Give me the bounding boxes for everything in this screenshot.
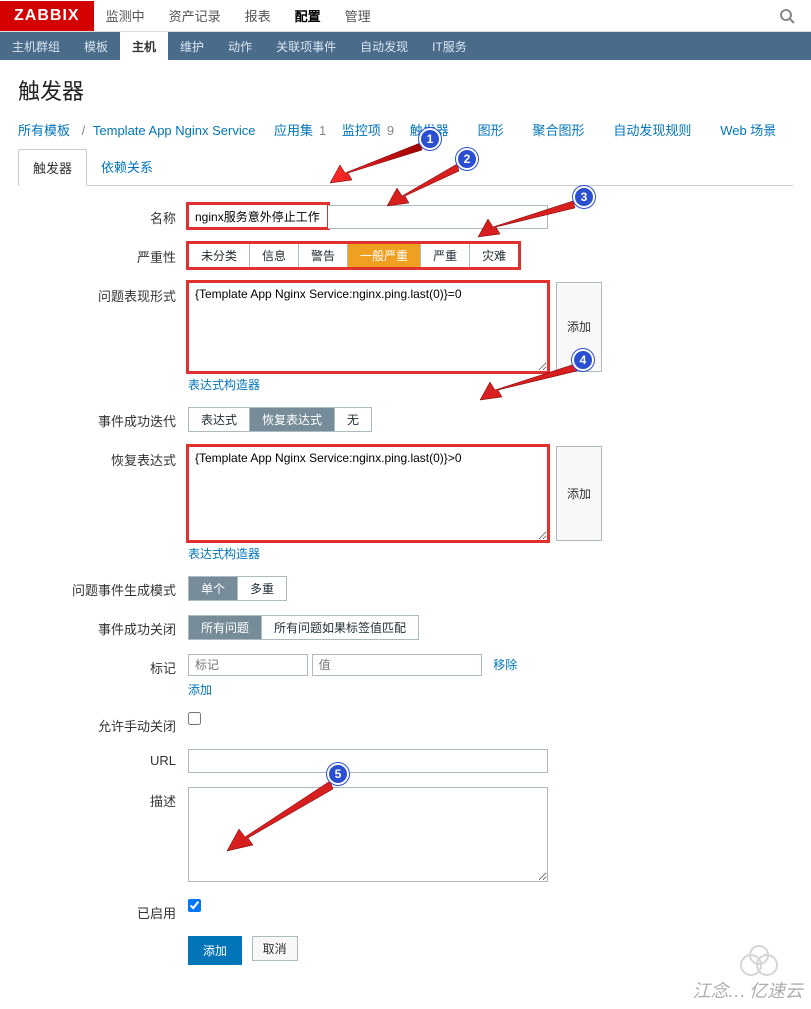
tag-name-input[interactable] xyxy=(188,654,308,676)
eg-recovery[interactable]: 恢复表达式 xyxy=(250,408,335,431)
watermark-text: 江念… 亿速云 xyxy=(692,977,803,1003)
subnav-actions[interactable]: 动作 xyxy=(216,32,264,60)
ok-close-label: 事件成功关闭 xyxy=(18,615,188,638)
tabs: 触发器 依赖关系 xyxy=(18,149,793,186)
subnav-maintenance[interactable]: 维护 xyxy=(168,32,216,60)
annotation-badge-5: 5 xyxy=(327,763,349,785)
problem-mode-selector: 单个 多重 xyxy=(188,576,287,601)
crumb-apps[interactable]: 应用集 xyxy=(274,123,313,138)
name-label: 名称 xyxy=(18,204,188,227)
recovery-builder-link[interactable]: 表达式构造器 xyxy=(188,547,260,561)
annotation-badge-3: 3 xyxy=(573,186,595,208)
sev-high[interactable]: 严重 xyxy=(421,244,470,267)
url-input[interactable] xyxy=(188,749,548,773)
tags-label: 标记 xyxy=(18,654,188,677)
manual-close-checkbox[interactable] xyxy=(188,712,201,725)
expression-label: 问题表现形式 xyxy=(18,282,188,305)
recovery-add-button[interactable]: 添加 xyxy=(556,446,602,541)
expression-builder-link[interactable]: 表达式构造器 xyxy=(188,378,260,392)
problem-mode-label: 问题事件生成模式 xyxy=(18,576,188,599)
watermark-icon xyxy=(737,943,781,979)
topnav-monitoring[interactable]: 监测中 xyxy=(94,0,157,33)
name-input-ext[interactable] xyxy=(328,205,548,229)
severity-label: 严重性 xyxy=(18,243,188,266)
crumb-sep: / xyxy=(82,123,86,138)
subnav-hosts[interactable]: 主机 xyxy=(120,32,168,60)
tag-add-link[interactable]: 添加 xyxy=(188,683,212,697)
crumb-discovery[interactable]: 自动发现规则 xyxy=(613,123,691,138)
pm-multiple[interactable]: 多重 xyxy=(238,577,286,600)
trigger-form: 名称 严重性 未分类 信息 警告 一般严重 严重 灾难 问题表现形式 添加 表达… xyxy=(0,186,811,1009)
event-gen-label: 事件成功迭代 xyxy=(18,407,188,430)
sev-average[interactable]: 一般严重 xyxy=(348,244,421,267)
page-title: 触发器 xyxy=(0,60,811,120)
eg-none[interactable]: 无 xyxy=(335,408,371,431)
tab-dependencies[interactable]: 依赖关系 xyxy=(87,149,167,185)
topnav-config[interactable]: 配置 xyxy=(283,0,333,33)
top-header: ZABBIX 监测中 资产记录 报表 配置 管理 xyxy=(0,0,811,32)
sev-warning[interactable]: 警告 xyxy=(299,244,348,267)
crumb-template[interactable]: Template App Nginx Service xyxy=(93,123,256,138)
event-gen-selector: 表达式 恢复表达式 无 xyxy=(188,407,372,432)
topnav-inventory[interactable]: 资产记录 xyxy=(157,0,233,33)
topnav-reports[interactable]: 报表 xyxy=(233,0,283,33)
subnav-discovery[interactable]: 自动发现 xyxy=(348,32,420,60)
url-label: URL xyxy=(18,749,188,768)
tag-value-input[interactable] xyxy=(312,654,482,676)
subnav-it-services[interactable]: IT服务 xyxy=(420,32,479,60)
sub-nav: 主机群组 模板 主机 维护 动作 关联项事件 自动发现 IT服务 xyxy=(0,32,811,60)
sev-not-classified[interactable]: 未分类 xyxy=(189,244,250,267)
tag-remove-link[interactable]: 移除 xyxy=(493,658,517,672)
logo[interactable]: ZABBIX xyxy=(0,1,94,31)
tab-trigger[interactable]: 触发器 xyxy=(18,149,87,186)
annotation-badge-4: 4 xyxy=(572,349,594,371)
search-icon[interactable] xyxy=(773,2,801,30)
annotation-badge-2: 2 xyxy=(456,148,478,170)
topnav-admin[interactable]: 管理 xyxy=(333,0,383,33)
manual-close-label: 允许手动关闭 xyxy=(18,712,188,735)
sev-disaster[interactable]: 灾难 xyxy=(470,244,518,267)
cancel-button[interactable]: 取消 xyxy=(252,936,298,961)
description-label: 描述 xyxy=(18,787,188,810)
subnav-hostgroups[interactable]: 主机群组 xyxy=(0,32,72,60)
subnav-correlation[interactable]: 关联项事件 xyxy=(264,32,348,60)
annotation-badge-1: 1 xyxy=(419,128,441,150)
crumb-items[interactable]: 监控项 xyxy=(342,123,381,138)
top-nav: 监测中 资产记录 报表 配置 管理 xyxy=(94,0,383,33)
pm-single[interactable]: 单个 xyxy=(189,577,238,600)
eg-expression[interactable]: 表达式 xyxy=(189,408,250,431)
recovery-textarea[interactable] xyxy=(188,446,548,541)
oc-match-tag[interactable]: 所有问题如果标签值匹配 xyxy=(262,616,418,639)
sev-information[interactable]: 信息 xyxy=(250,244,299,267)
ok-close-selector: 所有问题 所有问题如果标签值匹配 xyxy=(188,615,419,640)
breadcrumb: 所有模板 / Template App Nginx Service 应用集 1 监… xyxy=(0,120,811,149)
enabled-label: 已启用 xyxy=(18,899,188,922)
name-input[interactable] xyxy=(188,204,328,228)
crumb-web[interactable]: Web 场景 xyxy=(720,123,776,138)
crumb-screens[interactable]: 聚合图形 xyxy=(532,123,584,138)
recovery-label: 恢复表达式 xyxy=(18,446,188,469)
expression-textarea[interactable] xyxy=(188,282,548,372)
submit-button[interactable]: 添加 xyxy=(188,936,242,965)
description-textarea[interactable] xyxy=(188,787,548,882)
enabled-checkbox[interactable] xyxy=(188,899,201,912)
crumb-all-templates[interactable]: 所有模板 xyxy=(18,123,70,138)
severity-selector: 未分类 信息 警告 一般严重 严重 灾难 xyxy=(188,243,519,268)
subnav-templates[interactable]: 模板 xyxy=(72,32,120,60)
crumb-graphs[interactable]: 图形 xyxy=(478,123,504,138)
oc-all[interactable]: 所有问题 xyxy=(189,616,262,639)
